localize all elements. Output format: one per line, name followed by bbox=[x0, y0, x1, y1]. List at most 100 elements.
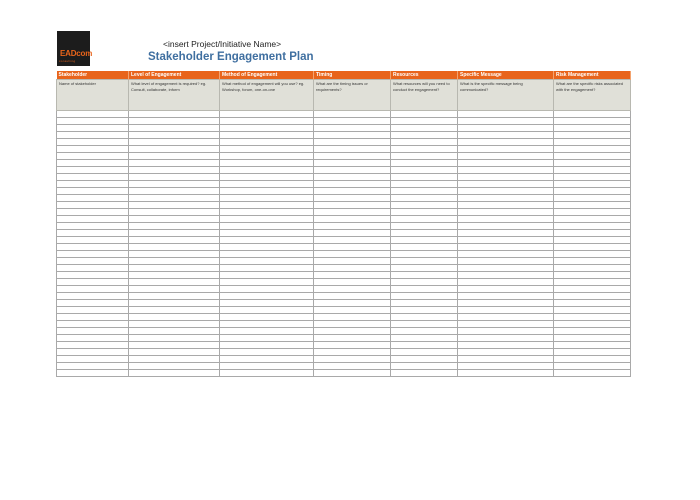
table-cell[interactable] bbox=[313, 194, 391, 202]
table-cell[interactable] bbox=[219, 257, 314, 265]
column-header[interactable]: Timing bbox=[313, 71, 391, 80]
table-cell[interactable] bbox=[457, 334, 554, 342]
table-cell[interactable] bbox=[457, 292, 554, 300]
table-cell[interactable] bbox=[390, 117, 458, 125]
table-cell[interactable] bbox=[56, 187, 129, 195]
table-cell[interactable] bbox=[128, 215, 220, 223]
table-cell[interactable] bbox=[457, 299, 554, 307]
table-cell[interactable] bbox=[313, 117, 391, 125]
table-cell[interactable] bbox=[553, 222, 631, 230]
table-cell[interactable] bbox=[128, 131, 220, 139]
table-cell[interactable] bbox=[457, 166, 554, 174]
table-cell[interactable] bbox=[553, 278, 631, 286]
table-cell[interactable] bbox=[390, 264, 458, 272]
table-cell[interactable] bbox=[128, 348, 220, 356]
table-cell[interactable] bbox=[553, 201, 631, 209]
table-cell[interactable] bbox=[56, 222, 129, 230]
table-cell[interactable] bbox=[390, 320, 458, 328]
table-cell[interactable] bbox=[553, 166, 631, 174]
table-cell[interactable] bbox=[390, 152, 458, 160]
table-cell[interactable] bbox=[390, 124, 458, 132]
table-cell[interactable] bbox=[457, 173, 554, 181]
table-cell[interactable] bbox=[219, 306, 314, 314]
table-cell[interactable] bbox=[457, 138, 554, 146]
table-cell[interactable] bbox=[313, 264, 391, 272]
table-cell[interactable] bbox=[457, 369, 554, 377]
table-cell[interactable] bbox=[553, 327, 631, 335]
table-cell[interactable] bbox=[457, 362, 554, 370]
table-cell[interactable] bbox=[390, 173, 458, 181]
table-cell[interactable] bbox=[219, 243, 314, 251]
table-cell[interactable] bbox=[390, 369, 458, 377]
table-cell[interactable] bbox=[457, 306, 554, 314]
table-cell[interactable] bbox=[313, 187, 391, 195]
column-header[interactable]: Level of Engagement bbox=[128, 71, 220, 80]
table-cell[interactable] bbox=[219, 341, 314, 349]
table-cell[interactable] bbox=[56, 201, 129, 209]
table-cell[interactable] bbox=[390, 131, 458, 139]
table-cell[interactable] bbox=[128, 187, 220, 195]
table-cell[interactable] bbox=[553, 145, 631, 153]
table-cell[interactable] bbox=[390, 243, 458, 251]
table-cell[interactable] bbox=[56, 236, 129, 244]
column-description[interactable]: What level of engagement is required? eg… bbox=[128, 79, 220, 111]
table-cell[interactable] bbox=[390, 306, 458, 314]
table-cell[interactable] bbox=[56, 341, 129, 349]
table-cell[interactable] bbox=[457, 229, 554, 237]
table-cell[interactable] bbox=[56, 194, 129, 202]
table-cell[interactable] bbox=[553, 215, 631, 223]
table-cell[interactable] bbox=[56, 257, 129, 265]
table-cell[interactable] bbox=[313, 341, 391, 349]
table-cell[interactable] bbox=[553, 131, 631, 139]
table-cell[interactable] bbox=[457, 208, 554, 216]
table-cell[interactable] bbox=[56, 124, 129, 132]
column-description[interactable]: What resources will you need to conduct … bbox=[390, 79, 458, 111]
table-cell[interactable] bbox=[56, 278, 129, 286]
table-cell[interactable] bbox=[553, 292, 631, 300]
table-cell[interactable] bbox=[56, 138, 129, 146]
table-cell[interactable] bbox=[128, 264, 220, 272]
table-cell[interactable] bbox=[128, 110, 220, 118]
table-cell[interactable] bbox=[313, 124, 391, 132]
table-cell[interactable] bbox=[219, 299, 314, 307]
table-cell[interactable] bbox=[128, 292, 220, 300]
table-cell[interactable] bbox=[390, 250, 458, 258]
table-cell[interactable] bbox=[219, 236, 314, 244]
table-cell[interactable] bbox=[553, 299, 631, 307]
table-cell[interactable] bbox=[390, 285, 458, 293]
table-cell[interactable] bbox=[219, 250, 314, 258]
table-cell[interactable] bbox=[390, 187, 458, 195]
table-cell[interactable] bbox=[128, 278, 220, 286]
table-cell[interactable] bbox=[553, 152, 631, 160]
table-cell[interactable] bbox=[313, 278, 391, 286]
table-cell[interactable] bbox=[219, 348, 314, 356]
column-header[interactable]: Resources bbox=[390, 71, 458, 80]
table-cell[interactable] bbox=[219, 166, 314, 174]
column-header[interactable]: Risk Management bbox=[553, 71, 631, 80]
table-cell[interactable] bbox=[553, 250, 631, 258]
table-cell[interactable] bbox=[56, 166, 129, 174]
table-cell[interactable] bbox=[56, 362, 129, 370]
table-cell[interactable] bbox=[56, 243, 129, 251]
table-cell[interactable] bbox=[128, 313, 220, 321]
table-cell[interactable] bbox=[390, 166, 458, 174]
table-cell[interactable] bbox=[390, 257, 458, 265]
table-cell[interactable] bbox=[390, 159, 458, 167]
table-cell[interactable] bbox=[56, 173, 129, 181]
table-cell[interactable] bbox=[313, 152, 391, 160]
table-cell[interactable] bbox=[390, 334, 458, 342]
table-cell[interactable] bbox=[313, 271, 391, 279]
table-cell[interactable] bbox=[390, 215, 458, 223]
table-cell[interactable] bbox=[219, 152, 314, 160]
table-cell[interactable] bbox=[553, 124, 631, 132]
table-cell[interactable] bbox=[313, 222, 391, 230]
table-cell[interactable] bbox=[313, 201, 391, 209]
table-cell[interactable] bbox=[128, 341, 220, 349]
table-cell[interactable] bbox=[313, 236, 391, 244]
table-cell[interactable] bbox=[553, 348, 631, 356]
table-cell[interactable] bbox=[457, 152, 554, 160]
table-cell[interactable] bbox=[128, 250, 220, 258]
table-cell[interactable] bbox=[457, 131, 554, 139]
table-cell[interactable] bbox=[219, 131, 314, 139]
table-cell[interactable] bbox=[553, 264, 631, 272]
